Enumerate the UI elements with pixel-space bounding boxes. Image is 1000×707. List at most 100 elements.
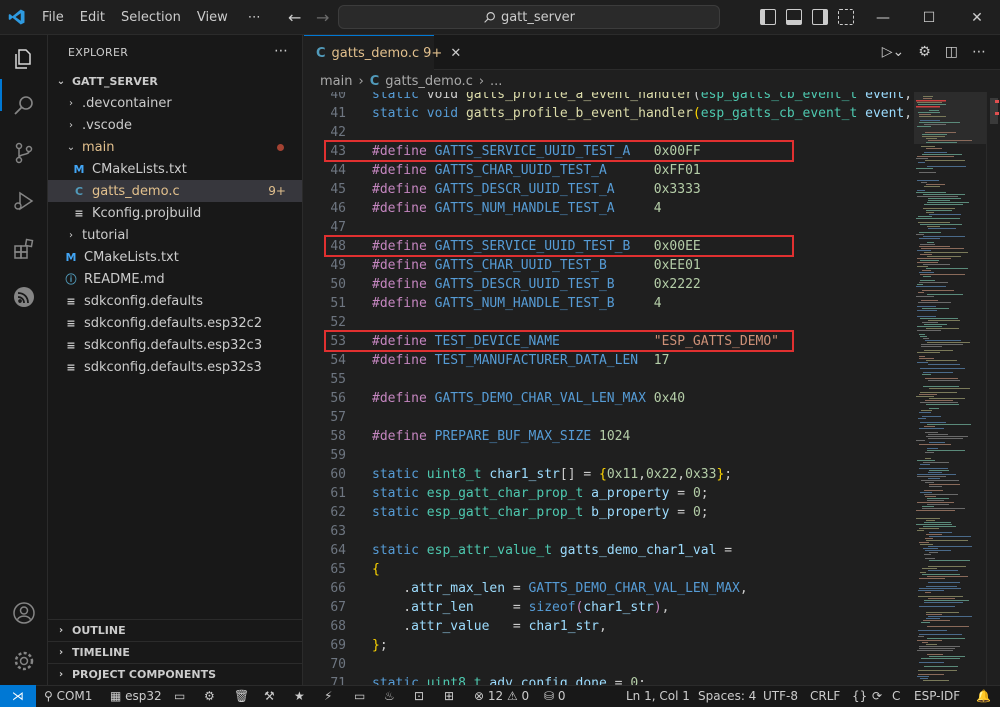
panel-outline[interactable]: › OUTLINE xyxy=(48,619,303,641)
tree-file[interactable]: ⓘ README.md xyxy=(48,268,302,290)
more-menu-button[interactable]: ⋯ xyxy=(240,0,269,35)
language-braces[interactable]: {} xyxy=(852,686,867,707)
folder-icon[interactable]: ▭ xyxy=(174,686,185,707)
menu-view[interactable]: View xyxy=(189,0,236,35)
build-wrench-icon[interactable]: ⚒ xyxy=(264,686,275,707)
tree-file[interactable]: M CMakeLists.txt xyxy=(48,158,302,180)
run-debug-icon[interactable] xyxy=(12,189,36,213)
indentation[interactable]: Spaces: 4 xyxy=(698,686,756,707)
maximize-window-icon[interactable]: ☐ xyxy=(906,0,952,35)
chevron-right-icon: › xyxy=(69,229,73,241)
espressif-icon[interactable] xyxy=(12,285,36,309)
close-tab-icon[interactable]: ✕ xyxy=(450,46,461,61)
tab-gatts-demo[interactable]: C gatts_demo.c 9+ ✕ xyxy=(304,35,461,70)
cursor-position[interactable]: Ln 1, Col 1 xyxy=(626,686,690,707)
tree-file[interactable]: ≡ Kconfig.projbuild xyxy=(48,202,302,224)
editor-settings-icon[interactable]: ⚙ xyxy=(918,44,931,60)
language-mode[interactable]: C xyxy=(892,686,900,707)
settings-gear-icon[interactable] xyxy=(12,649,36,673)
tree-folder[interactable]: › .devcontainer xyxy=(48,92,302,114)
line-text: static void gatts_profile_a_event_handle… xyxy=(372,92,912,104)
toggle-panel-icon[interactable] xyxy=(786,9,802,25)
code-token: 0xFF01 xyxy=(653,163,701,178)
explorer-more-icon[interactable]: ⋯ xyxy=(274,43,288,59)
tree-folder[interactable]: ⌄ main xyxy=(48,136,302,158)
explorer-title: EXPLORER xyxy=(68,46,129,59)
problems-item[interactable]: ⊗ 12 ⚠ 0 xyxy=(474,686,529,707)
code-token: = xyxy=(669,486,693,501)
problem-badge: 9+ xyxy=(268,184,286,198)
serial-port-item[interactable]: ⚲ COM1 xyxy=(44,686,92,707)
breadcrumb-more[interactable]: ... xyxy=(490,74,502,89)
more-actions-icon[interactable]: ⋯ xyxy=(972,44,986,60)
line-number: 69 xyxy=(330,638,346,653)
sdk-config-gear-icon[interactable]: ⚙ xyxy=(204,686,215,707)
panel-project-components[interactable]: › PROJECT COMPONENTS xyxy=(48,663,303,685)
minimap[interactable] xyxy=(914,92,986,685)
extensions-icon[interactable] xyxy=(12,237,36,261)
customize-layout-icon[interactable] xyxy=(838,9,854,25)
end-of-line[interactable]: CRLF xyxy=(810,686,840,707)
full-clean-trash-icon[interactable]: 🗑 xyxy=(234,686,249,707)
split-editor-icon[interactable]: ◫ xyxy=(945,44,958,60)
breadcrumb-folder[interactable]: main xyxy=(320,74,352,89)
code-token: . xyxy=(372,600,412,615)
tree-file[interactable]: ≡ sdkconfig.defaults xyxy=(48,290,302,312)
search-view-icon[interactable] xyxy=(12,93,36,117)
tree-item-label: sdkconfig.defaults.esp32c3 xyxy=(84,337,263,353)
code-editor[interactable]: 40 static void gatts_profile_a_event_hand… xyxy=(304,92,914,685)
menu-file[interactable]: File xyxy=(34,0,72,35)
code-token: #define xyxy=(372,296,435,311)
menu-selection[interactable]: Selection xyxy=(113,0,189,35)
tree-file[interactable]: ≡ sdkconfig.defaults.esp32s3 xyxy=(48,356,302,378)
tree-item-label: sdkconfig.defaults.esp32c2 xyxy=(84,315,263,331)
ports-count: 0 xyxy=(557,689,566,703)
c-file-icon: C xyxy=(316,45,326,61)
run-task-icon[interactable]: ⊞ xyxy=(444,686,454,707)
encoding[interactable]: UTF-8 xyxy=(763,686,798,707)
tree-file[interactable]: ≡ sdkconfig.defaults.esp32c2 xyxy=(48,312,302,334)
build-flash-monitor-flame-icon[interactable]: ♨ xyxy=(384,686,395,707)
forward-arrow-icon[interactable]: → xyxy=(309,8,337,27)
tree-folder[interactable]: › .vscode xyxy=(48,114,302,136)
tree-folder[interactable]: › tutorial xyxy=(48,224,302,246)
command-center-search[interactable]: gatt_server xyxy=(338,5,720,29)
terminal-icon[interactable]: ⊡ xyxy=(414,686,424,707)
breadcrumb-file[interactable]: gatts_demo.c xyxy=(385,74,473,89)
flash-method-icon[interactable]: ⚡ xyxy=(324,686,332,707)
editor-scrollbar[interactable] xyxy=(986,92,1000,685)
code-line: 63 xyxy=(304,522,914,541)
notifications-bell-icon[interactable]: 🔔 xyxy=(976,686,991,707)
explorer-root-folder[interactable]: ⌄ GATT_SERVER xyxy=(48,70,302,92)
minimize-window-icon[interactable]: — xyxy=(860,0,906,35)
line-number: 57 xyxy=(330,410,346,425)
code-token: [] = xyxy=(559,467,600,482)
remote-indicator-icon[interactable]: ⋊ xyxy=(0,685,36,707)
code-token: #define xyxy=(372,258,435,273)
tree-file[interactable]: ≡ sdkconfig.defaults.esp32c3 xyxy=(48,334,302,356)
menu-edit[interactable]: Edit xyxy=(72,0,113,35)
explorer-icon[interactable] xyxy=(12,47,36,71)
tree-file[interactable]: Cgatts_demo.c 9+ xyxy=(48,180,302,202)
close-window-icon[interactable]: ✕ xyxy=(954,0,1000,35)
ports-item[interactable]: ⛁ 0 xyxy=(544,686,566,707)
active-indicator xyxy=(0,79,2,111)
flash-star-icon[interactable]: ★ xyxy=(294,686,305,707)
run-dropdown-icon[interactable]: ▷⌄ xyxy=(882,44,905,60)
code-token: 0x33 xyxy=(685,467,717,482)
tree-file[interactable]: M CMakeLists.txt xyxy=(48,246,302,268)
chevron-right-icon: › xyxy=(69,97,73,109)
monitor-icon[interactable]: ▭ xyxy=(354,686,365,707)
status-bar: ⋊ ⚲ COM1 ▦ esp32 ▭ ⚙ 🗑 ⚒ ★ ⚡ ▭ ♨ ⊡ ⊞ ⊗ 1… xyxy=(0,685,1000,707)
sync-icon[interactable]: ⟳ xyxy=(872,686,882,707)
source-control-icon[interactable] xyxy=(12,141,36,165)
toggle-secondary-sidebar-icon[interactable] xyxy=(812,9,828,25)
toggle-primary-sidebar-icon[interactable] xyxy=(760,9,776,25)
panel-timeline[interactable]: › TIMELINE xyxy=(48,641,303,663)
target-item[interactable]: ▦ esp32 xyxy=(110,686,162,707)
accounts-icon[interactable] xyxy=(12,601,36,625)
framework-indicator[interactable]: ESP-IDF xyxy=(914,686,960,707)
back-arrow-icon[interactable]: ← xyxy=(281,8,309,27)
